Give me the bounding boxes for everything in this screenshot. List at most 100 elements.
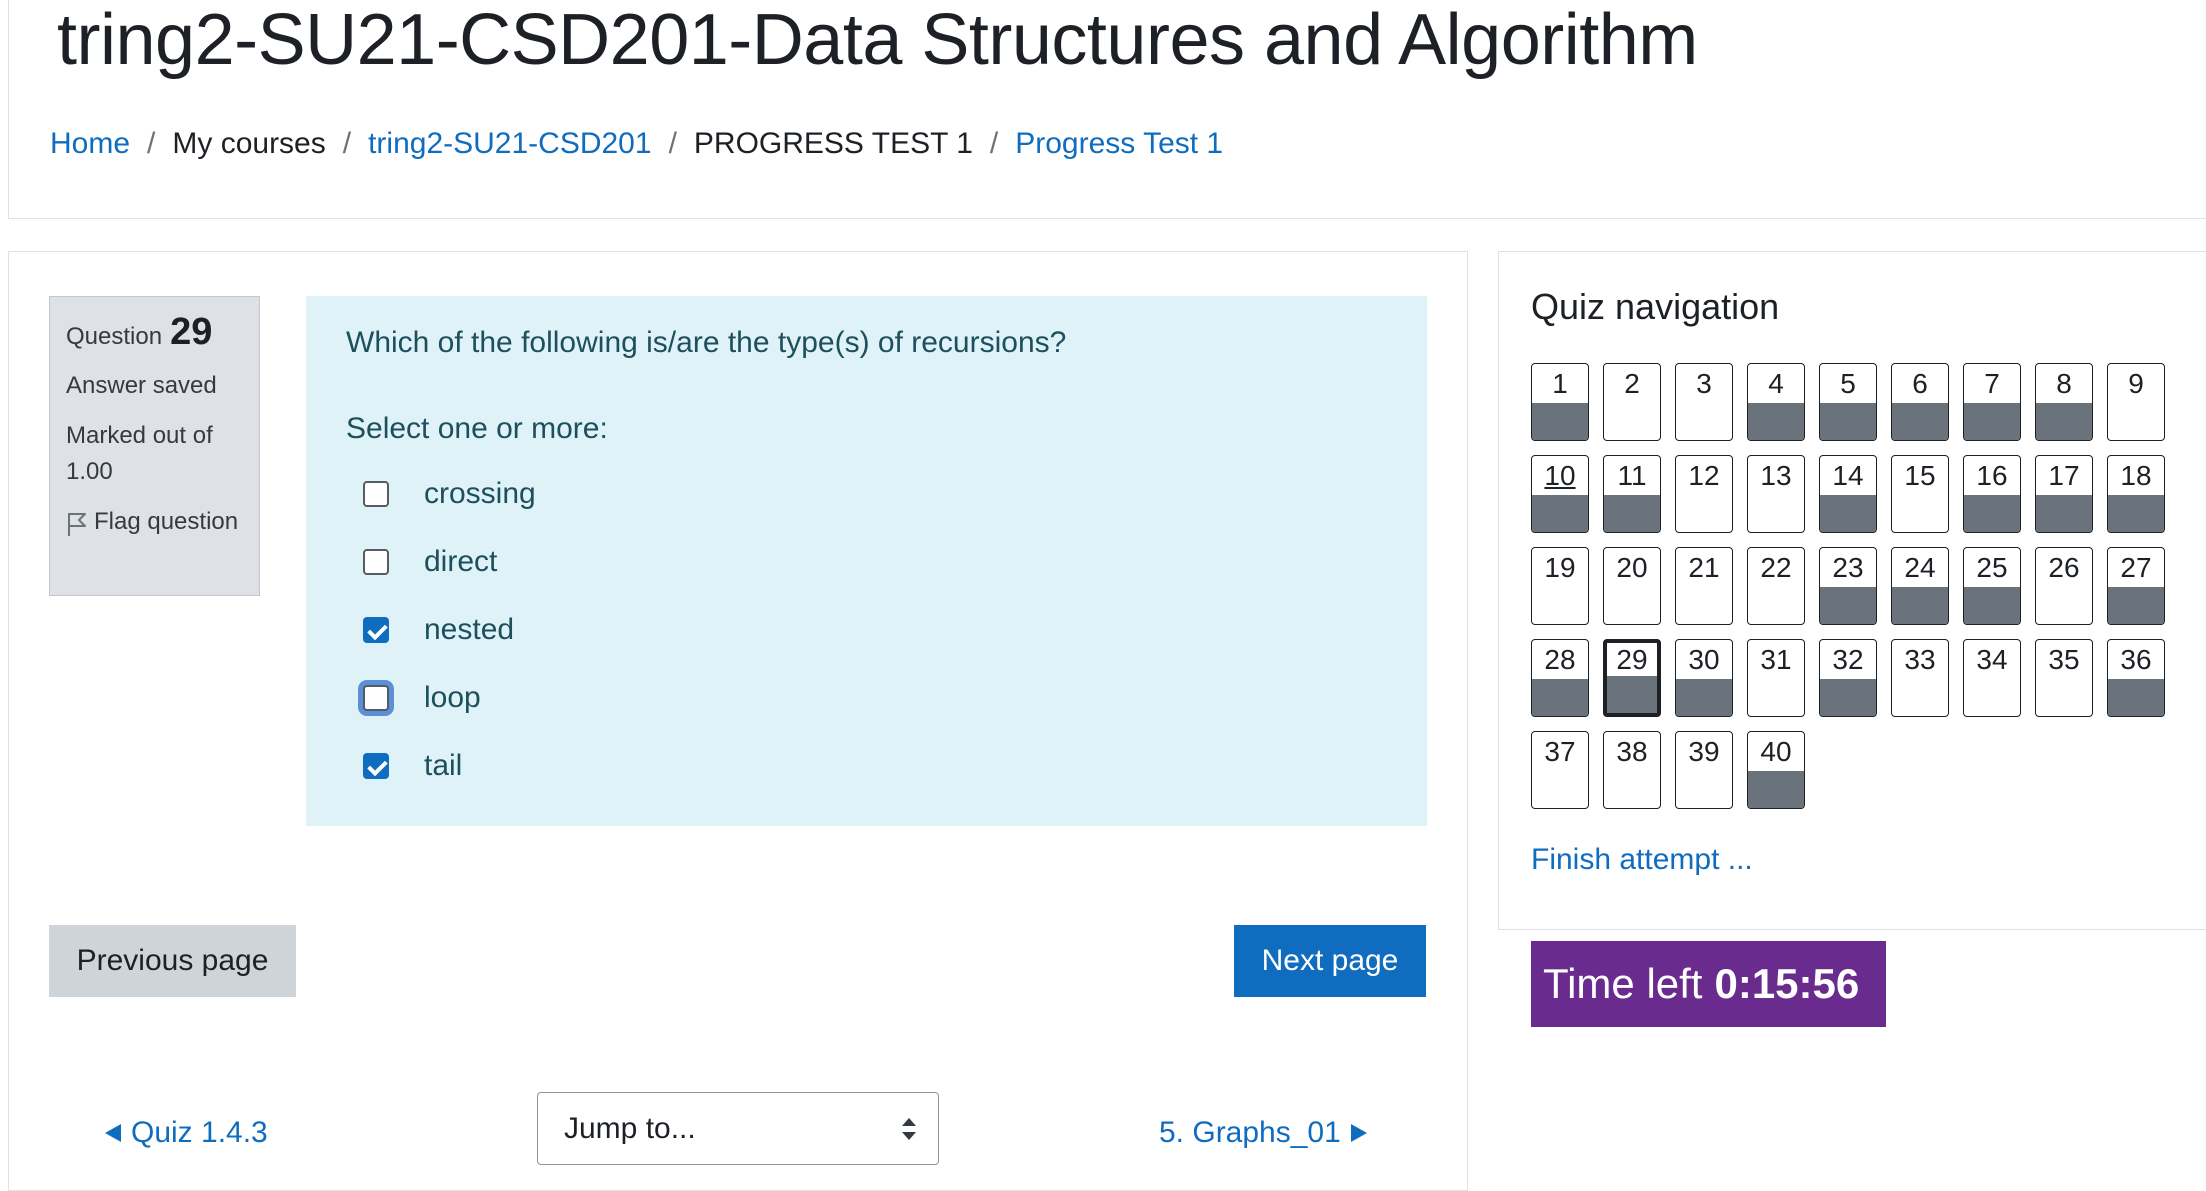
quiz-nav-number: 9 (2128, 368, 2144, 399)
answered-indicator (1676, 679, 1732, 716)
breadcrumb-my-courses: My courses (172, 127, 326, 160)
quiz-nav-button[interactable]: 27 (2107, 547, 2165, 625)
page-title: tring2-SU21-CSD201-Data Structures and A… (57, 0, 1698, 80)
answered-indicator (1964, 495, 2020, 532)
answer-checkbox[interactable] (363, 685, 389, 711)
quiz-nav-button[interactable]: 7 (1963, 363, 2021, 441)
answer-option[interactable]: loop (346, 664, 1387, 732)
answer-option[interactable]: direct (346, 528, 1387, 596)
quiz-nav-button[interactable]: 1 (1531, 363, 1589, 441)
quiz-nav-button[interactable]: 22 (1747, 547, 1805, 625)
quiz-nav-button[interactable]: 26 (2035, 547, 2093, 625)
previous-activity-link[interactable]: Quiz 1.4.3 (105, 1116, 268, 1150)
quiz-nav-button[interactable]: 9 (2107, 363, 2165, 441)
quiz-nav-number: 21 (1688, 552, 1720, 583)
flag-question-toggle[interactable]: Flag question (66, 504, 243, 540)
next-page-button[interactable]: Next page (1234, 925, 1426, 997)
quiz-nav-number: 14 (1832, 460, 1864, 491)
quiz-nav-button[interactable]: 11 (1603, 455, 1661, 533)
answered-indicator (1532, 403, 1588, 440)
time-left-display: Time left 0:15:56 (1531, 941, 1886, 1027)
quiz-nav-number: 7 (1984, 368, 2000, 399)
answer-checkbox[interactable] (363, 481, 389, 507)
quiz-nav-button[interactable]: 23 (1819, 547, 1877, 625)
quiz-nav-button[interactable]: 4 (1747, 363, 1805, 441)
answered-indicator (2108, 679, 2164, 716)
answered-indicator (2036, 403, 2092, 440)
flag-question-label: Flag question (94, 508, 239, 535)
quiz-nav-number: 13 (1760, 460, 1792, 491)
answered-indicator (1892, 403, 1948, 440)
quiz-nav-button[interactable]: 2 (1603, 363, 1661, 441)
quiz-nav-number: 23 (1832, 552, 1864, 583)
breadcrumb-home[interactable]: Home (50, 127, 130, 161)
quiz-nav-button[interactable]: 29 (1603, 639, 1661, 717)
quiz-nav-button[interactable]: 21 (1675, 547, 1733, 625)
quiz-nav-button[interactable]: 12 (1675, 455, 1733, 533)
time-left-label: Time left (1543, 960, 1703, 1007)
quiz-nav-number: 27 (2120, 552, 2152, 583)
quiz-nav-button[interactable]: 33 (1891, 639, 1949, 717)
quiz-nav-button[interactable]: 36 (2107, 639, 2165, 717)
answer-option[interactable]: crossing (346, 460, 1387, 528)
answered-indicator (1604, 495, 1660, 532)
answer-checkbox[interactable] (363, 753, 389, 779)
quiz-nav-button[interactable]: 38 (1603, 731, 1661, 809)
breadcrumb-section: PROGRESS TEST 1 (693, 127, 973, 160)
quiz-nav-number: 3 (1696, 368, 1712, 399)
breadcrumb-quiz[interactable]: Progress Test 1 (1015, 127, 1223, 161)
quiz-nav-button[interactable]: 15 (1891, 455, 1949, 533)
quiz-nav-button[interactable]: 40 (1747, 731, 1805, 809)
flag-icon (68, 513, 86, 536)
quiz-nav-button[interactable]: 8 (2035, 363, 2093, 441)
quiz-nav-button[interactable]: 34 (1963, 639, 2021, 717)
finish-attempt-link[interactable]: Finish attempt ... (1531, 843, 1753, 877)
quiz-nav-button[interactable]: 25 (1963, 547, 2021, 625)
answer-checkbox[interactable] (363, 549, 389, 575)
breadcrumb-course[interactable]: tring2-SU21-CSD201 (368, 127, 651, 161)
quiz-nav-button[interactable]: 39 (1675, 731, 1733, 809)
quiz-nav-button[interactable]: 18 (2107, 455, 2165, 533)
previous-page-button[interactable]: Previous page (49, 925, 296, 997)
quiz-nav-button[interactable]: 24 (1891, 547, 1949, 625)
quiz-navigation-grid: 1 2 3 4 5 6 7 8 9 10 11 12 13 14 15 16 17 18 19 20 21 22 23 24 2… (1531, 363, 2171, 809)
answer-option[interactable]: nested (346, 596, 1387, 664)
answer-label: crossing (424, 477, 536, 510)
quiz-nav-button[interactable]: 31 (1747, 639, 1805, 717)
quiz-nav-button[interactable]: 5 (1819, 363, 1877, 441)
answered-indicator (1820, 679, 1876, 716)
question-region: Question 29 Answer saved Marked out of 1… (8, 251, 1468, 1191)
quiz-nav-button[interactable]: 14 (1819, 455, 1877, 533)
quiz-nav-button[interactable]: 10 (1531, 455, 1589, 533)
next-activity-link[interactable]: 5. Graphs_01 (1159, 1116, 1367, 1150)
quiz-nav-button[interactable]: 17 (2035, 455, 2093, 533)
quiz-nav-number: 16 (1976, 460, 2008, 491)
quiz-nav-button[interactable]: 30 (1675, 639, 1733, 717)
answer-option[interactable]: tail (346, 732, 1387, 800)
quiz-nav-button[interactable]: 20 (1603, 547, 1661, 625)
quiz-nav-button[interactable]: 16 (1963, 455, 2021, 533)
quiz-nav-button[interactable]: 19 (1531, 547, 1589, 625)
quiz-nav-button[interactable]: 3 (1675, 363, 1733, 441)
quiz-nav-number: 38 (1616, 736, 1648, 767)
quiz-nav-number: 39 (1688, 736, 1720, 767)
quiz-nav-number: 15 (1904, 460, 1936, 491)
quiz-nav-button[interactable]: 6 (1891, 363, 1949, 441)
quiz-nav-number: 19 (1544, 552, 1576, 583)
answered-indicator (1820, 403, 1876, 440)
quiz-nav-number: 36 (2120, 644, 2152, 675)
quiz-nav-button[interactable]: 35 (2035, 639, 2093, 717)
answer-checkbox[interactable] (363, 617, 389, 643)
page-header: tring2-SU21-CSD201-Data Structures and A… (8, 0, 2206, 219)
quiz-navigation-block: Quiz navigation 1 2 3 4 5 6 7 8 9 10 11 12 13 14 15 16 1… (1498, 251, 2206, 930)
quiz-nav-button[interactable]: 13 (1747, 455, 1805, 533)
quiz-nav-button[interactable]: 28 (1531, 639, 1589, 717)
quiz-nav-button[interactable]: 32 (1819, 639, 1877, 717)
jump-to-label: Jump to... (564, 1111, 696, 1145)
quiz-nav-number: 40 (1760, 736, 1792, 767)
quiz-nav-number: 33 (1904, 644, 1936, 675)
jump-to-select[interactable]: Jump to... (537, 1092, 939, 1165)
answer-label: direct (424, 545, 498, 578)
quiz-nav-button[interactable]: 37 (1531, 731, 1589, 809)
answer-label: loop (424, 681, 481, 714)
